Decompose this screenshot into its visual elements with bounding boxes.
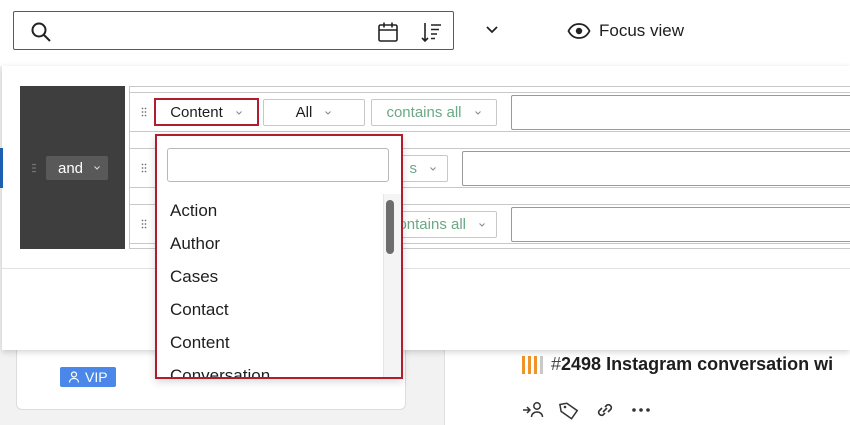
assign-user-icon[interactable] [522,400,544,420]
dropdown-item-contact[interactable]: Contact [157,293,383,326]
dropdown-item-content[interactable]: Content [157,326,383,359]
dropdown-item-conversation[interactable]: Conversation [157,359,383,378]
conversation-actions [522,400,652,420]
panel-divider [2,268,850,269]
focus-view-button[interactable]: Focus view [567,20,684,42]
chevron-down-icon[interactable] [484,22,500,38]
field-select-highlight [154,98,259,126]
operator-select-value: contains all [386,104,462,121]
operator-select[interactable]: contains all [371,99,497,126]
conversation-number: 2498 [561,354,602,374]
search-icon [31,22,51,42]
user-icon [68,371,80,383]
conversation-prefix: # [551,354,562,374]
dropdown-item-cases[interactable]: Cases [157,260,383,293]
chevron-down-icon [479,222,485,227]
dropdown-list: Action Author Cases Contact Content Conv… [157,194,383,378]
vip-badge: VIP [60,367,116,387]
operator-select-value: s [409,160,418,177]
value-input[interactable] [511,207,850,242]
scrollbar-thumb[interactable] [386,200,394,254]
priority-indicator [522,355,543,374]
chevron-down-icon [94,166,100,170]
tag-icon[interactable] [558,400,580,420]
sort-icon[interactable] [420,20,444,44]
chevron-down-icon [325,110,332,115]
operator-select-value: ontains all [398,216,466,233]
value-input[interactable] [511,95,850,130]
scope-select[interactable]: All [263,99,365,126]
logic-operator-select[interactable]: and [46,156,108,180]
top-toolbar: Focus view [0,0,850,66]
drag-handle-icon[interactable] [141,163,147,173]
scope-select-value: All [295,104,313,121]
focus-view-label: Focus view [599,21,685,40]
drag-handle-icon[interactable] [141,107,147,117]
link-icon[interactable] [594,400,616,420]
dropdown-item-author[interactable]: Author [157,227,383,260]
logic-operator-value: and [58,159,84,177]
active-accent [0,148,3,188]
more-icon[interactable] [630,400,652,420]
eye-icon [567,23,591,39]
drag-handle-icon[interactable] [32,163,36,173]
value-input[interactable] [462,151,850,186]
field-dropdown-menu: Action Author Cases Contact Content Conv… [155,134,403,379]
chevron-down-icon [474,110,481,115]
search-input[interactable] [13,11,454,50]
conversation-title-text: Instagram conversation wi [601,354,834,374]
conversation-title[interactable]: #2498 Instagram conversation wi [522,354,833,375]
dropdown-item-action[interactable]: Action [157,194,383,227]
calendar-icon[interactable] [376,20,400,44]
dropdown-search-input[interactable] [167,148,389,182]
vip-label: VIP [85,369,108,385]
chevron-down-icon [430,166,436,171]
drag-handle-icon[interactable] [141,219,147,229]
